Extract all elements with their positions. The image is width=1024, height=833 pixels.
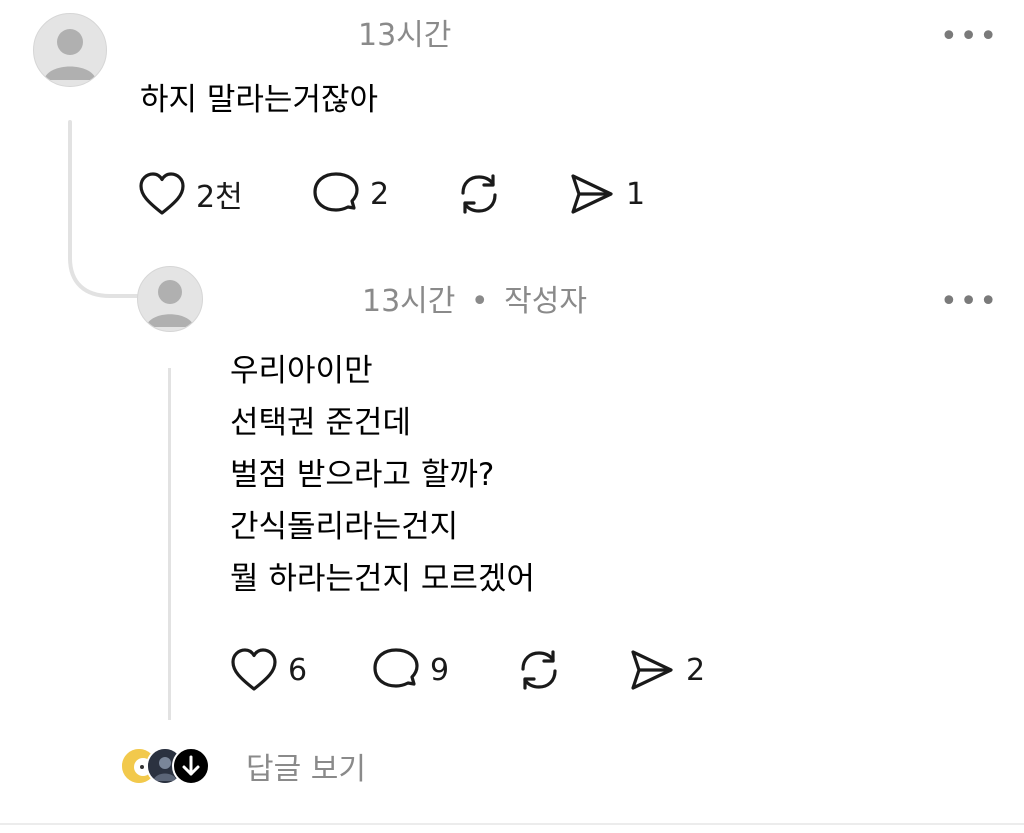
reply-meta: 13시간 • 작성자 <box>230 282 587 322</box>
comment-share-button[interactable]: 1 <box>568 171 645 217</box>
heart-icon <box>231 648 277 691</box>
more-horizontal-icon: ••• <box>940 19 1000 54</box>
comment-more-button[interactable]: ••• <box>940 22 999 52</box>
reply-reply-button[interactable]: 9 <box>372 647 449 693</box>
reply-line: 뭘 하라는건지 모르겠어 <box>230 561 535 597</box>
comment-username[interactable] <box>140 21 350 52</box>
send-icon <box>631 650 673 690</box>
comment-text: 하지 말라는거잖아 <box>140 82 379 118</box>
comment-meta: 13시간 <box>140 16 451 56</box>
speech-bubble-icon <box>373 648 419 688</box>
comment-like-count: 2천 <box>196 180 243 215</box>
comment-time: 13시간 <box>358 18 452 53</box>
reply-like-button[interactable]: 6 <box>230 647 307 693</box>
comment-like-button[interactable]: 2천 <box>138 171 243 217</box>
comment-repost-button[interactable] <box>455 171 503 217</box>
bottom-divider <box>0 823 1024 825</box>
reply-line: 선택권 준건데 <box>230 405 411 441</box>
reply-line: 간식돌리라는건지 <box>230 509 459 545</box>
reply-repost-button[interactable] <box>515 647 563 693</box>
send-icon <box>571 174 613 214</box>
reply-reply-count: 9 <box>430 652 450 688</box>
arrow-down-icon <box>182 755 200 776</box>
view-replies-link[interactable]: 답글 보기 <box>246 744 366 788</box>
heart-icon <box>139 172 185 215</box>
view-replies-row[interactable]: 답글 보기 <box>120 742 420 792</box>
comment-reply-count: 2 <box>370 176 390 212</box>
reply-like-count: 6 <box>288 652 308 688</box>
reply-thread-line <box>168 368 171 720</box>
expand-replies-button[interactable] <box>172 747 210 785</box>
speech-bubble-icon <box>313 172 359 212</box>
repost-icon <box>521 650 557 690</box>
reply-share-button[interactable]: 2 <box>628 647 705 693</box>
comment-avatar[interactable] <box>33 13 107 87</box>
repost-icon <box>461 174 497 214</box>
reply-time: 13시간 <box>362 284 456 319</box>
comment-reply-button[interactable]: 2 <box>312 171 389 217</box>
thread-connector <box>68 120 140 298</box>
author-badge: 작성자 <box>504 284 587 319</box>
reply-line: 벌점 받으라고 할까? <box>230 457 495 493</box>
reply-text: 우리아이만 선택권 준건데 벌점 받으라고 할까? 간식돌리라는건지 뭘 하라는… <box>230 345 535 605</box>
more-horizontal-icon: ••• <box>940 284 1000 319</box>
reply-share-count: 2 <box>686 652 706 688</box>
comment-share-count: 1 <box>626 176 646 212</box>
reply-more-button[interactable]: ••• <box>940 287 999 317</box>
reply-line: 우리아이만 <box>230 353 373 389</box>
reply-username[interactable] <box>230 287 350 318</box>
reply-avatar[interactable] <box>137 266 203 332</box>
meta-separator: • <box>470 284 489 319</box>
